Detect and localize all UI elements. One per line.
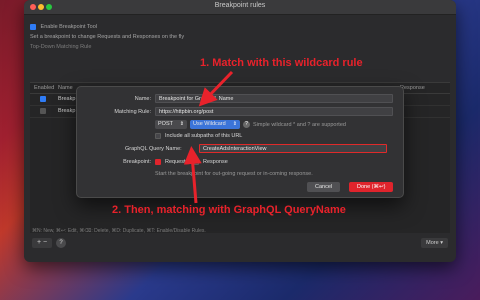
annotation-wildcard-rule: 1. Match with this wildcard rule <box>200 57 363 69</box>
rule-name: Breakp <box>58 108 76 114</box>
wildcard-hint: Simple wildcard * and ? are supported <box>253 122 346 128</box>
breakpoint-description: Set a breakpoint to change Requests and … <box>30 34 185 40</box>
request-label: Request <box>165 159 186 165</box>
done-button[interactable]: Done (⌘↩) <box>349 182 394 192</box>
graphql-query-label: GraphQL Query Name: <box>125 146 182 152</box>
breakpoint-label: Breakpoint: <box>123 159 151 165</box>
window-title: Breakpoint rules <box>214 2 266 9</box>
cancel-button[interactable]: Cancel <box>307 182 341 192</box>
wildcard-select[interactable]: Use Wildcard ⇕ <box>190 120 240 129</box>
name-label: Name: <box>134 96 151 102</box>
method-select[interactable]: POST ⇕ <box>155 120 187 129</box>
help-icon[interactable]: ? <box>56 238 66 248</box>
chevron-updown-icon: ⇕ <box>232 121 237 127</box>
enable-breakpoint-label: Enable Breakpoint Tool <box>40 24 97 30</box>
enable-breakpoint-checkbox[interactable] <box>30 23 36 30</box>
request-checkbox[interactable] <box>155 159 161 165</box>
include-subpaths-checkbox[interactable] <box>155 133 161 139</box>
matching-rule-field[interactable]: https://httpbin.org/post <box>155 107 393 116</box>
info-icon[interactable]: ? <box>243 121 250 128</box>
matching-rule-section-label: Top-Down Matching Rule <box>30 44 92 50</box>
breakpoint-hint: Start the breakpoint for out-going reque… <box>155 171 313 177</box>
chevron-updown-icon: ⇕ <box>179 121 184 127</box>
name-field[interactable]: Breakpoint for GraphQL Name <box>155 94 393 103</box>
include-subpaths-label: Include all subpaths of this URL <box>165 133 243 139</box>
matching-rule-label: Matching Rule: <box>114 109 151 115</box>
more-button[interactable]: More ▾ <box>421 238 448 248</box>
rule-enabled-checkbox[interactable] <box>40 96 46 102</box>
breakpoint-settings: Enable Breakpoint Tool Set a breakpoint … <box>30 22 450 52</box>
response-checkbox[interactable] <box>193 159 199 165</box>
shortcut-hint: ⌘N: New, ⌘↩: Edit, ⌘⌫: Delete, ⌘D: Dupli… <box>32 228 206 234</box>
graphql-query-field[interactable]: CreateAdsInteractionView <box>199 144 387 153</box>
title-bar: Breakpoint rules <box>24 0 456 15</box>
add-remove-rule-buttons[interactable]: + − <box>32 238 52 248</box>
column-enabled[interactable]: Enabled <box>34 83 54 93</box>
response-label: Response <box>203 159 228 165</box>
edit-breakpoint-sheet: Name: Breakpoint for GraphQL Name Matchi… <box>76 86 404 198</box>
annotation-graphql-queryname: 2. Then, matching with GraphQL QueryName <box>112 204 346 216</box>
column-name[interactable]: Name <box>58 83 73 93</box>
rule-name: Breakp <box>58 96 76 102</box>
bottom-toolbar: + − ? More ▾ <box>32 238 448 250</box>
rule-enabled-checkbox[interactable] <box>40 108 46 114</box>
